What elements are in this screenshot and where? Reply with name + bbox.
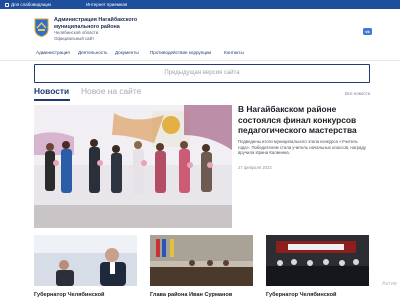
news-thumb-caption[interactable]: Глава района Иван Сурманов xyxy=(150,292,232,298)
active-tab-underline xyxy=(34,99,70,101)
news-thumb-caption[interactable]: Губернатор Челябинской xyxy=(34,292,104,298)
news-thumb-photo[interactable] xyxy=(266,235,369,286)
news-thumb-photo[interactable] xyxy=(34,235,137,286)
eye-icon xyxy=(5,2,9,7)
internet-reception-label: Интернет приемная xyxy=(86,2,128,7)
accessibility-label: Для слабовидящих xyxy=(11,2,52,7)
nav-item-documents[interactable]: Документы xyxy=(115,50,139,55)
nav-item-administration[interactable]: Администрация xyxy=(36,50,70,55)
tab-new-on-site[interactable]: Новое на сайте xyxy=(81,86,141,96)
accessibility-link[interactable]: Для слабовидящих xyxy=(5,0,51,9)
nav-item-activity[interactable]: Деятельность xyxy=(78,50,108,55)
main-news-excerpt: Подведены итоги муниципального этапа кон… xyxy=(238,139,367,156)
activation-watermark: Актив xyxy=(382,281,397,287)
main-news-title[interactable]: В Нагайбакском районе состоялся финал ко… xyxy=(238,104,373,136)
internet-reception-link[interactable]: Интернет приемная xyxy=(86,0,127,9)
main-news-date: 27 февраля 2023 xyxy=(238,165,272,170)
main-nav: Администрация Деятельность Документы Про… xyxy=(0,48,400,61)
org-name-block[interactable]: Администрация Нагайбакского муниципально… xyxy=(54,17,184,41)
nav-item-contacts[interactable]: Контакты xyxy=(224,50,244,55)
top-bar: Для слабовидящих Интернет приемная xyxy=(0,0,400,9)
previous-version-button[interactable]: Предыдущая версия сайта xyxy=(34,64,370,83)
site-subtitle: Официальный сайт xyxy=(54,35,95,41)
vk-icon[interactable]: vk xyxy=(363,28,372,35)
all-news-link[interactable]: Все новости xyxy=(345,91,370,96)
coat-of-arms-icon xyxy=(34,18,49,37)
news-thumb-photo[interactable] xyxy=(150,235,253,286)
main-news-photo[interactable] xyxy=(34,105,232,228)
news-thumb-caption[interactable]: Губернатор Челябинской xyxy=(266,292,336,298)
nav-item-anticorruption[interactable]: Противодействие коррупции xyxy=(150,50,211,55)
tab-news[interactable]: Новости xyxy=(34,86,69,96)
